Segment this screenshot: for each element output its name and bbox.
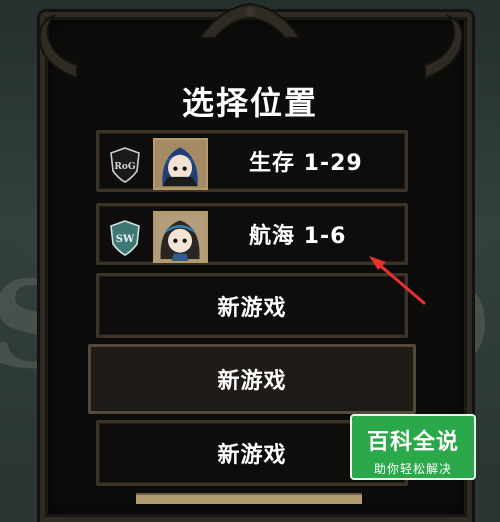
sw-badge-icon: SW	[110, 220, 140, 256]
svg-text:SW: SW	[116, 234, 135, 245]
new-game-label: 新游戏	[217, 369, 287, 394]
new-game-slot-3[interactable]: 新游戏	[96, 273, 408, 338]
watermark-brand: 百科全说	[366, 430, 459, 455]
new-game-slot-4[interactable]: 新游戏	[88, 344, 416, 414]
save-slot-info: 生存 1-29	[249, 151, 363, 176]
frame-vine-ornament-left	[38, 13, 78, 80]
frame-vine-ornament-right	[424, 13, 464, 80]
watermark-logo: 百科全说 助你轻松解决	[350, 414, 476, 480]
svg-text:RoG: RoG	[114, 162, 135, 172]
save-slot-info: 航海 1-6	[249, 224, 347, 249]
bottom-button-edge	[136, 493, 362, 504]
character-portrait	[153, 138, 208, 190]
save-slot-2[interactable]: SW 航海 1-6	[96, 203, 408, 265]
save-slot-1[interactable]: RoG 生存 1-29	[96, 130, 408, 192]
page-title: 选择位置	[181, 84, 318, 122]
watermark-tagline: 助你轻松解决	[373, 462, 452, 476]
character-portrait	[153, 211, 208, 263]
new-game-label: 新游戏	[217, 295, 287, 321]
rog-badge-icon: RoG	[110, 147, 140, 183]
frame-crown-ornament	[198, 2, 302, 39]
